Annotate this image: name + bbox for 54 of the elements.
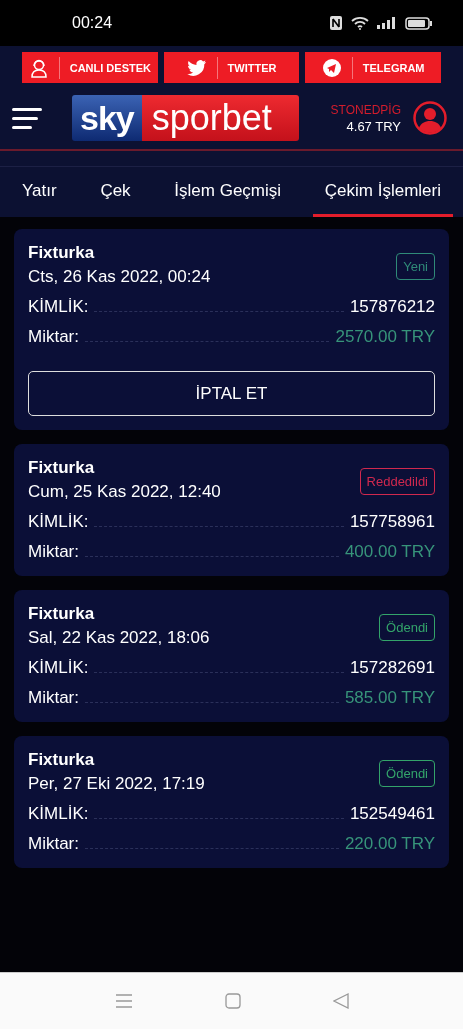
transaction-date: Cum, 25 Kas 2022, 12:40 — [28, 482, 221, 502]
field-label: Miktar: — [28, 834, 79, 854]
recent-apps-icon[interactable] — [114, 993, 133, 1009]
cancel-button[interactable]: İPTAL ET — [28, 371, 435, 416]
logo-text: sporbet — [141, 95, 299, 141]
field-label: KİMLİK: — [28, 297, 89, 317]
status-time: 00:24 — [72, 14, 113, 32]
home-icon[interactable] — [224, 993, 241, 1009]
username: STONEDPİG — [330, 102, 401, 117]
status-badge: Reddedildi — [359, 468, 435, 495]
transaction-date: Per, 27 Eki 2022, 17:19 — [28, 774, 205, 794]
payment-method: Fixturka — [28, 604, 96, 624]
transaction-id: 157876212 — [349, 297, 435, 317]
transaction-id: 152549461 — [349, 804, 435, 824]
back-icon[interactable] — [332, 993, 349, 1009]
logo-text: sky — [72, 95, 142, 141]
battery-icon — [405, 16, 433, 30]
balance: 4.67 TRY — [345, 118, 401, 134]
status-badge: Ödendi — [379, 614, 435, 641]
support-agent-icon — [28, 57, 49, 78]
tab[interactable]: Yatır — [10, 167, 69, 217]
transaction-date: Cts, 26 Kas 2022, 00:24 — [28, 267, 211, 287]
transaction-date: Sal, 22 Kas 2022, 18:06 — [28, 628, 210, 648]
menu-icon[interactable] — [12, 106, 44, 130]
bird-icon — [186, 57, 207, 78]
user-avatar-icon[interactable] — [413, 101, 447, 135]
tab[interactable]: Çekim İşlemleri — [312, 167, 453, 217]
nfc-icon — [329, 15, 343, 31]
wifi-icon — [351, 16, 369, 30]
payment-method: Fixturka — [28, 243, 96, 263]
field-label: KİMLİK: — [28, 512, 89, 532]
live-support-button[interactable]: CANLI DESTEK — [22, 52, 158, 83]
tab[interactable]: İşlem Geçmişi — [162, 167, 294, 217]
field-label: Miktar: — [28, 688, 79, 708]
transaction-id: 157282691 — [349, 658, 435, 678]
amount: 400.00 TRY — [344, 542, 435, 562]
payment-method: Fixturka — [28, 750, 96, 770]
payment-method: Fixturka — [28, 458, 96, 478]
tab[interactable]: Çek — [88, 167, 143, 217]
amount: 2570.00 TRY — [335, 327, 435, 347]
transaction-id: 157758961 — [349, 512, 435, 532]
status-badge: Ödendi — [379, 760, 435, 787]
telegram-button[interactable]: TELEGRAM — [305, 52, 441, 83]
field-label: Miktar: — [28, 542, 79, 562]
paper-plane-icon — [321, 57, 342, 78]
field-label: Miktar: — [28, 327, 79, 347]
field-label: KİMLİK: — [28, 804, 89, 824]
status-badge: Yeni — [396, 253, 435, 280]
amount: 585.00 TRY — [344, 688, 435, 708]
field-label: KİMLİK: — [28, 658, 89, 678]
twitter-button[interactable]: TWITTER — [163, 52, 300, 83]
site-logo[interactable]: sky sporbet — [72, 95, 299, 141]
signal-icon — [377, 17, 397, 29]
amount: 220.00 TRY — [344, 834, 435, 854]
